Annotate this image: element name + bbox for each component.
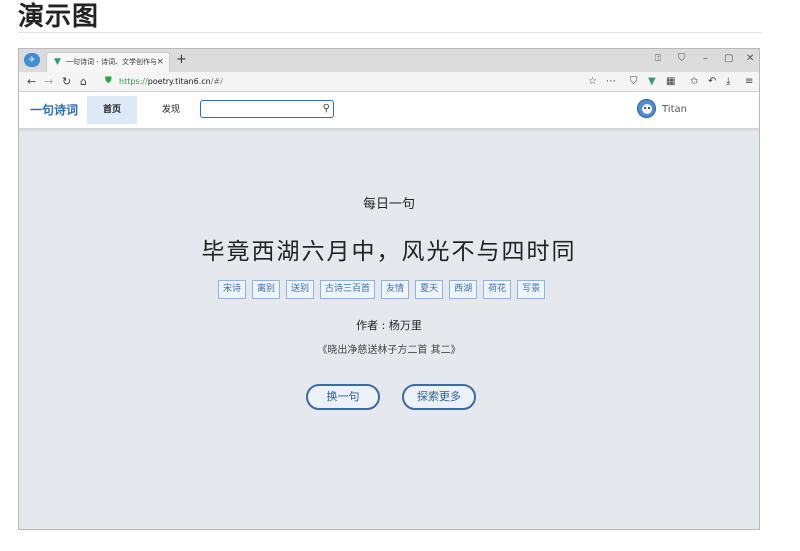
tab-title: 一句诗词 - 诗词、文学创作与 (66, 58, 156, 66)
minimize-icon[interactable]: – (703, 52, 708, 66)
daily-heading: 每日一句 (362, 197, 415, 212)
site-header: 一句诗词 首页 发现 ⚲ Titan (19, 92, 759, 128)
poem-source[interactable]: 《晓出净慈送林子方二首 其二》 (19, 344, 759, 358)
tag-list: 宋诗 离别 送别 古诗三百首 友情 夏天 西湖 荷花 写景 (218, 280, 551, 300)
avatar-eye-left (644, 107, 646, 109)
poem-author: 作者 : 杨万里 (356, 319, 422, 332)
search-icon[interactable]: ⚲ (323, 101, 330, 117)
tag-300-poems[interactable]: 古诗三百首 (320, 280, 376, 299)
tag-friendship[interactable]: 友情 (381, 280, 410, 299)
container-bird-icon[interactable]: ✈ (24, 53, 40, 67)
bookmark-star-icon[interactable]: ☆ (588, 75, 597, 88)
poem-line: 毕竟西湖六月中，风光不与四时同 (201, 239, 577, 265)
close-window-icon[interactable]: ✕ (746, 52, 754, 66)
home-icon[interactable]: ⌂ (80, 74, 87, 89)
next-sentence-button[interactable]: 换一句 (306, 384, 380, 410)
nav-discover[interactable]: 发现 (151, 96, 191, 124)
extensions-grid-icon[interactable]: ▦ (666, 75, 675, 88)
search-box: ⚲ (200, 100, 334, 118)
shirt-icon[interactable]: ⛉ (678, 52, 686, 66)
avatar-eye-right (648, 107, 650, 109)
secure-shield-icon: ⛊ (105, 76, 112, 86)
url-scheme: https:// (119, 77, 148, 86)
tab-list-icon[interactable]: ⍐ (655, 52, 661, 66)
tag-lotus[interactable]: 荷花 (483, 280, 512, 299)
username[interactable]: Titan (662, 103, 687, 117)
reload-icon[interactable]: ↻ (62, 74, 71, 89)
pocket-icon[interactable]: ⛉ (630, 75, 638, 88)
search-input[interactable] (201, 101, 311, 117)
tag-farewell[interactable]: 离别 (252, 280, 281, 299)
tag-scenery[interactable]: 写景 (517, 280, 546, 299)
explore-more-button[interactable]: 探索更多 (402, 384, 476, 410)
download-icon[interactable]: ⤓ (726, 75, 730, 88)
document-heading: 演示图 (18, 2, 100, 32)
forward-icon[interactable]: → (44, 74, 53, 89)
url-path: /#/ (210, 77, 223, 86)
page-actions-icon[interactable]: ⋯ (606, 75, 616, 88)
navigation-toolbar: ← → ↻ ⌂ ⛊ https://poetry.titan6.cn/#/ ☆ … (19, 72, 759, 92)
nav-home[interactable]: 首页 (87, 96, 137, 124)
vue-favicon-icon: ▼ (54, 57, 61, 67)
menu-icon[interactable]: ≡ (745, 75, 753, 88)
active-tab[interactable]: ▼ 一句诗词 - 诗词、文学创作与 × (46, 52, 170, 72)
maximize-icon[interactable]: ▢ (724, 52, 733, 66)
tag-song-poetry[interactable]: 宋诗 (218, 280, 247, 299)
site-logo[interactable]: 一句诗词 (30, 102, 78, 118)
vue-devtools-icon[interactable]: ▼ (648, 75, 656, 88)
url-host: poetry.titan6.cn (147, 77, 211, 86)
main-content: 每日一句 毕竟西湖六月中，风光不与四时同 宋诗 离别 送别 古诗三百首 友情 夏天 西湖 荷花… (19, 128, 759, 529)
tag-west-lake[interactable]: 西湖 (449, 280, 478, 299)
new-tab-icon[interactable]: + (176, 51, 187, 69)
bookmarks-icon[interactable]: ✩ (690, 75, 698, 88)
undo-icon[interactable]: ↶ (708, 75, 716, 88)
tab-bar: ✈ ▼ 一句诗词 - 诗词、文学创作与 × + ⍐ ⛉ – ▢ ✕ (19, 49, 759, 72)
tag-summer[interactable]: 夏天 (415, 280, 444, 299)
address-bar[interactable]: https://poetry.titan6.cn/#/ (119, 76, 223, 87)
avatar-face (642, 104, 652, 114)
heading-divider (18, 32, 762, 33)
avatar[interactable] (637, 99, 656, 118)
tab-close-icon[interactable]: × (156, 56, 164, 68)
back-icon[interactable]: ← (27, 74, 36, 89)
tag-seeing-off[interactable]: 送别 (286, 280, 315, 299)
browser-window: ✈ ▼ 一句诗词 - 诗词、文学创作与 × + ⍐ ⛉ – ▢ ✕ ← → ↻ … (18, 48, 760, 530)
